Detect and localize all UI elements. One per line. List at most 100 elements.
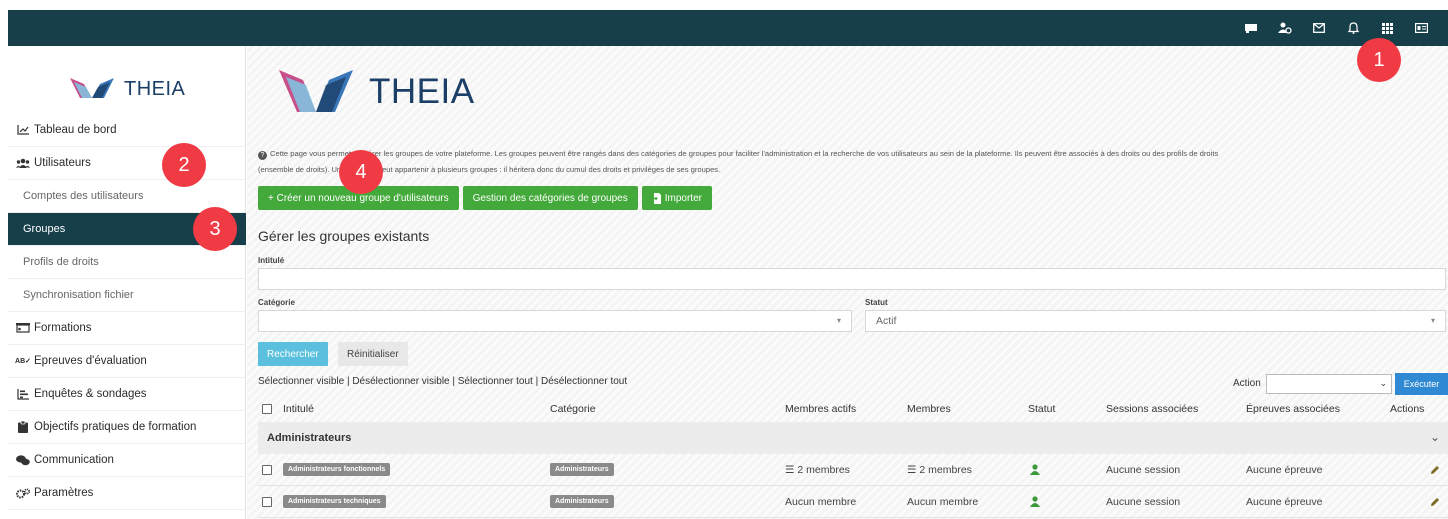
row-status bbox=[1030, 486, 1040, 517]
user-active-icon bbox=[1030, 496, 1040, 507]
action-select[interactable]: ⌄ bbox=[1266, 374, 1392, 394]
step-badge-4: 4 bbox=[339, 150, 383, 194]
table-row: Administrateurs fonctionnels Administrat… bbox=[258, 454, 1448, 486]
select-visible-link[interactable]: Sélectionner visible bbox=[258, 376, 344, 387]
sidebar-item-utilisateurs[interactable]: Utilisateurs bbox=[8, 147, 246, 180]
question-circle-icon: ? bbox=[258, 151, 267, 160]
deselect-visible-link[interactable]: Désélectionner visible bbox=[352, 376, 449, 387]
gears-icon bbox=[16, 488, 30, 499]
sidebar-item-label: Utilisateurs bbox=[34, 157, 91, 169]
row-category-cell: Administrateurs bbox=[550, 454, 614, 485]
sidebar-item-label: Objectifs pratiques de formation bbox=[34, 421, 197, 433]
row-epreuves: Aucune épreuve bbox=[1246, 463, 1323, 476]
categorie-select[interactable]: ▾ bbox=[258, 310, 852, 332]
step-badge-2: 2 bbox=[162, 143, 206, 187]
sidebar-item-parametres[interactable]: Paramètres bbox=[8, 477, 246, 510]
step-badge-1: 1 bbox=[1357, 38, 1401, 82]
row-checkbox-cell bbox=[262, 486, 272, 517]
selection-links: Sélectionner visible | Désélectionner vi… bbox=[258, 376, 627, 387]
sidebar-item-label: Tableau de bord bbox=[34, 124, 117, 136]
pencil-icon[interactable] bbox=[1430, 465, 1440, 475]
row-actions: ✕ bbox=[1430, 486, 1448, 517]
theia-logo-icon bbox=[70, 78, 114, 98]
sidebar-item-label: Formations bbox=[34, 322, 92, 334]
header-intitule[interactable]: Intitulé bbox=[283, 396, 314, 422]
category-tag: Administrateurs bbox=[550, 495, 614, 508]
sidebar-item-tableau-de-bord[interactable]: Tableau de bord bbox=[8, 114, 246, 147]
list-icon: ☰ bbox=[785, 463, 795, 476]
row-category-cell: Administrateurs bbox=[550, 486, 614, 517]
chevron-down-icon: ⌄ bbox=[1379, 378, 1387, 388]
list-icon: ☰ bbox=[907, 463, 917, 476]
row-checkbox[interactable] bbox=[262, 496, 272, 507]
sidebar-item-label: Profils de droits bbox=[23, 256, 99, 268]
group-title: Administrateurs bbox=[267, 432, 352, 444]
header-categorie[interactable]: Catégorie bbox=[550, 396, 596, 422]
sidebar-item-objectifs[interactable]: Objectifs pratiques de formation bbox=[8, 411, 246, 444]
step-badge-3: 3 bbox=[193, 207, 237, 251]
top-bar bbox=[8, 10, 1448, 46]
flag-icon[interactable] bbox=[1242, 19, 1260, 37]
sidebar-item-communication[interactable]: Communication bbox=[8, 444, 246, 477]
row-checkbox[interactable] bbox=[262, 464, 272, 475]
header-statut[interactable]: Statut bbox=[1028, 396, 1055, 422]
table-header: Intitulé Catégorie Membres actifs Membre… bbox=[258, 396, 1448, 422]
row-name-cell: Administrateurs fonctionnels bbox=[283, 454, 391, 485]
sidebar-item-enquetes[interactable]: Enquêtes & sondages bbox=[8, 378, 246, 411]
pencil-icon[interactable] bbox=[1430, 497, 1440, 507]
intro-text: ? Cette page vous permet de gérer les gro… bbox=[258, 146, 1443, 178]
group-name-tag[interactable]: Administrateurs fonctionnels bbox=[283, 463, 391, 476]
statut-label: Statut bbox=[865, 298, 888, 307]
chart-line-icon bbox=[16, 125, 30, 135]
header-sessions[interactable]: Sessions associées bbox=[1106, 396, 1198, 422]
presentation-icon bbox=[16, 322, 30, 334]
header-membres-actifs[interactable]: Membres actifs bbox=[785, 396, 856, 422]
user-active-icon bbox=[1030, 464, 1040, 475]
grid-icon[interactable] bbox=[1378, 19, 1396, 37]
top-bar-icons bbox=[1242, 10, 1430, 46]
sidebar-item-label: Communication bbox=[34, 454, 114, 466]
brand-name-large: THEIA bbox=[369, 72, 475, 111]
search-button[interactable]: Rechercher bbox=[258, 342, 328, 366]
header-epreuves[interactable]: Épreuves associées bbox=[1246, 396, 1340, 422]
clipboard-icon bbox=[16, 421, 30, 433]
execute-button[interactable]: Exécuter bbox=[1395, 373, 1448, 395]
bell-icon[interactable] bbox=[1344, 19, 1362, 37]
row-name-cell: Administrateurs techniques bbox=[283, 486, 386, 517]
sidebar-item-epreuves[interactable]: AB✓ Epreuves d'évaluation bbox=[8, 345, 246, 378]
select-all-checkbox[interactable] bbox=[262, 404, 272, 414]
statut-select[interactable]: Actif ▾ bbox=[865, 310, 1446, 332]
sidebar-logo[interactable]: THEIA bbox=[68, 76, 185, 102]
active-members-text: 2 membres bbox=[797, 463, 850, 476]
sidebar-item-synchronisation-fichier[interactable]: Synchronisation fichier bbox=[8, 279, 246, 312]
action-buttons: + Créer un nouveau groupe d'utilisateurs… bbox=[258, 186, 712, 210]
file-import-icon bbox=[651, 192, 661, 204]
import-button[interactable]: Importer bbox=[641, 186, 712, 210]
manage-categories-button[interactable]: Gestion des catégories de groupes bbox=[462, 186, 638, 210]
select-all-checkbox-cell bbox=[262, 396, 272, 422]
category-tag: Administrateurs bbox=[550, 463, 614, 476]
users-icon[interactable] bbox=[1276, 19, 1294, 37]
row-epreuves: Aucune épreuve bbox=[1246, 495, 1323, 508]
chevron-down-icon: ▾ bbox=[1430, 316, 1435, 325]
intitule-input[interactable] bbox=[258, 268, 1446, 290]
row-checkbox-cell bbox=[262, 454, 272, 485]
select-all-link[interactable]: Sélectionner tout bbox=[458, 376, 533, 387]
chevron-down-icon[interactable]: ⌄ bbox=[1430, 430, 1440, 444]
sidebar-item-profils-de-droits[interactable]: Profils de droits bbox=[8, 246, 246, 279]
group-name-tag[interactable]: Administrateurs techniques bbox=[283, 495, 386, 508]
row-active-members[interactable]: ☰ 2 membres bbox=[785, 454, 850, 485]
header-membres[interactable]: Membres bbox=[907, 396, 951, 422]
row-sessions: Aucune session bbox=[1106, 495, 1181, 508]
row-active-members: Aucun membre bbox=[785, 495, 857, 508]
group-header-row[interactable]: Administrateurs ⌄ bbox=[258, 422, 1448, 454]
row-members[interactable]: ☰ 2 membres bbox=[907, 454, 972, 485]
mail-icon[interactable] bbox=[1310, 19, 1328, 37]
separator: | bbox=[532, 376, 541, 387]
row-status bbox=[1030, 454, 1040, 485]
sidebar-item-formations[interactable]: Formations bbox=[8, 312, 246, 345]
id-card-icon[interactable] bbox=[1412, 19, 1430, 37]
reset-button[interactable]: Réinitialiser bbox=[338, 342, 408, 366]
table-row: Administrateurs techniques Administrateu… bbox=[258, 486, 1448, 518]
deselect-all-link[interactable]: Désélectionner tout bbox=[541, 376, 627, 387]
